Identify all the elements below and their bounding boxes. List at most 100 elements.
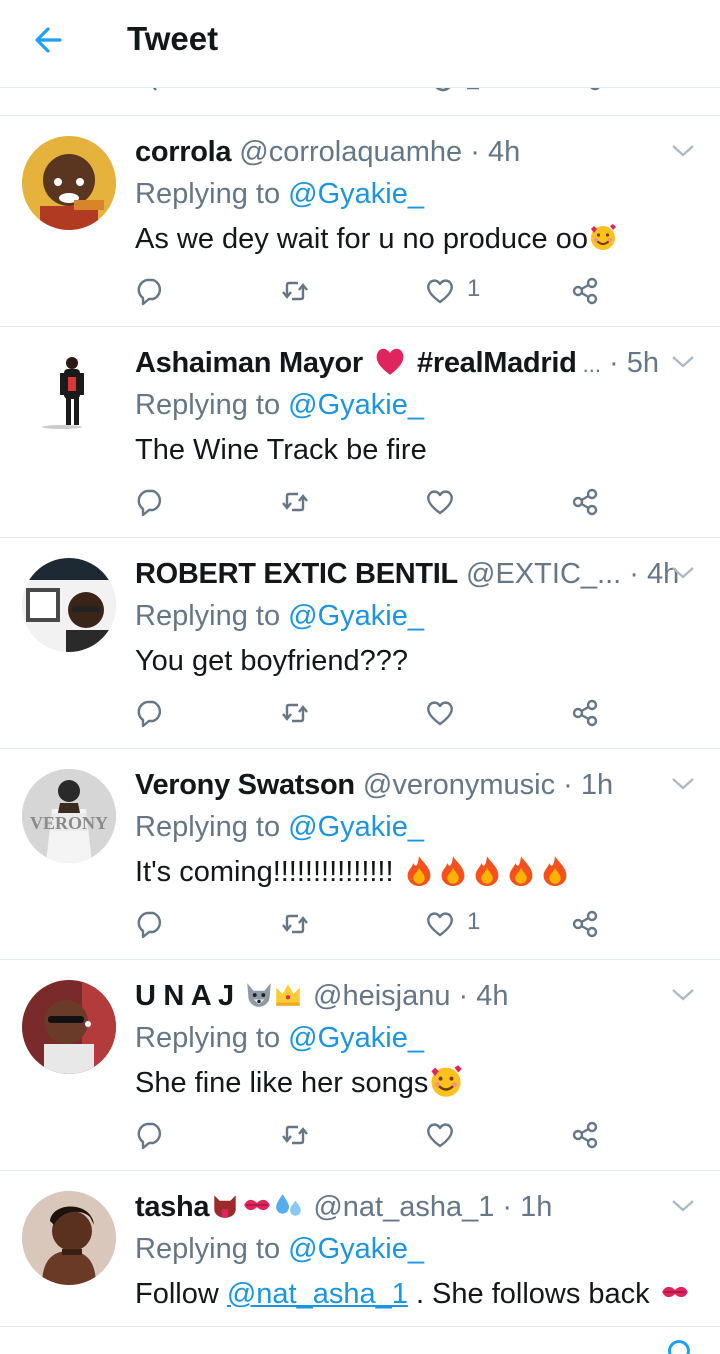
reply-icon <box>137 911 162 939</box>
retweet-button[interactable] <box>280 698 310 732</box>
smiling-face-with-hearts-icon <box>431 1065 463 1098</box>
tweet[interactable]: tasha @nat_asha_1 · 1h Replying to @Gyak… <box>0 1170 720 1320</box>
avatar[interactable] <box>22 136 116 230</box>
reply-button[interactable] <box>135 698 165 732</box>
heart-icon <box>427 490 453 515</box>
tweet-actions <box>135 1120 615 1154</box>
chevron-down-icon[interactable] <box>670 773 696 793</box>
replying-to-link[interactable]: @Gyakie_ <box>288 389 424 421</box>
wolf-icon <box>247 983 271 1008</box>
back-button[interactable] <box>30 22 70 58</box>
tweet[interactable]: ROBERT EXTIC BENTIL @EXTIC_... · 4h Repl… <box>0 537 720 748</box>
retweet-button[interactable] <box>280 1120 310 1154</box>
replying-to-link[interactable]: @Gyakie_ <box>288 1233 424 1265</box>
reply-icon <box>137 489 162 517</box>
like-button[interactable] <box>425 698 495 732</box>
avatar[interactable] <box>22 347 116 441</box>
tweet-actions: 1 <box>135 275 615 310</box>
compose-button-edge[interactable] <box>668 1340 690 1354</box>
retweet-icon <box>282 703 308 723</box>
tweet-header: U N A J @heisjanu · 4h <box>135 976 665 1016</box>
chevron-down-icon[interactable] <box>670 562 696 582</box>
timestamp[interactable]: 5h <box>627 347 659 379</box>
share-button[interactable] <box>570 276 600 310</box>
replying-to: Replying to @Gyakie_ <box>135 596 424 636</box>
chevron-down-icon[interactable] <box>670 1195 696 1215</box>
droplets-icon <box>276 1194 302 1217</box>
tweet-text: Follow @nat_asha_1 . She follows back <box>135 1274 692 1314</box>
chevron-down-icon[interactable] <box>670 351 696 371</box>
chevron-down-icon[interactable] <box>670 984 696 1004</box>
share-button[interactable] <box>570 909 600 943</box>
replying-to-link[interactable]: @Gyakie_ <box>288 178 424 210</box>
mention-link[interactable]: @nat_asha_1 <box>227 1278 408 1310</box>
tweet[interactable]: U N A J @heisjanu · 4h Replying to @Gyak… <box>0 959 720 1170</box>
retweet-icon <box>282 492 308 512</box>
retweet-icon <box>282 914 308 934</box>
share-icon <box>572 277 598 305</box>
avatar[interactable] <box>22 980 116 1074</box>
chevron-down-icon[interactable] <box>670 140 696 160</box>
replying-prefix: Replying to <box>135 1022 289 1054</box>
display-name[interactable]: Ashaiman Mayor <box>135 347 363 379</box>
display-name-suffix[interactable]: #realMadrid <box>417 347 577 379</box>
user-handle[interactable]: @EXTIC_... <box>466 558 621 590</box>
truncation-ellipsis: ... <box>576 352 601 377</box>
share-button[interactable] <box>570 1120 600 1154</box>
display-name[interactable]: corrola <box>135 136 232 168</box>
crown-icon <box>276 984 300 1007</box>
reply-icon <box>137 700 162 728</box>
tweet[interactable]: Ashaiman Mayor #realMadrid ... · 5h Repl… <box>0 326 720 537</box>
heart-icon <box>427 701 453 726</box>
timestamp[interactable]: 4h <box>476 980 508 1012</box>
replying-to-link[interactable]: @Gyakie_ <box>288 811 424 843</box>
replying-to-link[interactable]: @Gyakie_ <box>288 600 424 632</box>
tweet[interactable]: corrola @corrolaquamhe · 4h Replying to … <box>0 115 720 326</box>
user-handle[interactable]: @nat_asha_1 <box>313 1191 494 1223</box>
display-name[interactable]: Verony Swatson <box>135 769 355 801</box>
tweet-header: Verony Swatson @veronymusic · 1h <box>135 765 665 805</box>
like-button[interactable] <box>425 487 495 521</box>
tweet-header: corrola @corrolaquamhe · 4h <box>135 132 665 172</box>
tweet-text-content: . She follows back <box>407 1278 658 1310</box>
user-handle[interactable]: @heisjanu <box>313 980 450 1012</box>
retweet-button[interactable] <box>280 487 310 521</box>
tweet[interactable]: VERONY Verony Swatson @veronymusic · 1h … <box>0 748 720 959</box>
avatar[interactable] <box>22 1191 116 1285</box>
reply-button[interactable] <box>135 276 165 310</box>
replying-to: Replying to @Gyakie_ <box>135 174 424 214</box>
heart-icon <box>427 279 453 304</box>
reply-button[interactable] <box>135 1120 165 1154</box>
share-button[interactable] <box>570 487 600 521</box>
retweet-button[interactable] <box>280 276 310 310</box>
tweet-text-prefix: Follow <box>135 1278 227 1310</box>
timestamp[interactable]: 1h <box>520 1191 552 1223</box>
timestamp[interactable]: 1h <box>581 769 613 801</box>
separator-dot: · <box>600 347 627 379</box>
bottom-divider <box>0 1326 720 1327</box>
replying-to: Replying to @Gyakie_ <box>135 1018 424 1058</box>
like-button[interactable]: 1 <box>425 908 495 943</box>
display-name[interactable]: U N A J <box>135 980 234 1012</box>
like-button[interactable]: 1 <box>425 275 495 310</box>
display-name[interactable]: tasha <box>135 1191 210 1223</box>
retweet-button[interactable] <box>280 909 310 943</box>
replying-to-link[interactable]: @Gyakie_ <box>288 1022 424 1054</box>
tweet-actions <box>135 487 615 521</box>
reply-button[interactable] <box>135 909 165 943</box>
avatar[interactable] <box>22 558 116 652</box>
share-button[interactable] <box>570 698 600 732</box>
top-bar: Tweet <box>0 0 720 88</box>
reply-button[interactable] <box>135 487 165 521</box>
user-handle[interactable]: @veronymusic <box>363 769 555 801</box>
timestamp[interactable]: 4h <box>488 136 520 168</box>
separator-dot: · <box>555 769 581 801</box>
user-handle[interactable]: @corrolaquamhe <box>239 136 462 168</box>
replies-list: corrola @corrolaquamhe · 4h Replying to … <box>0 115 720 1320</box>
like-button[interactable] <box>425 1120 495 1154</box>
display-name[interactable]: ROBERT EXTIC BENTIL <box>135 558 458 590</box>
replying-prefix: Replying to <box>135 600 289 632</box>
replying-prefix: Replying to <box>135 811 289 843</box>
avatar[interactable]: VERONY <box>22 769 116 863</box>
tweet-text: She fine like her songs <box>135 1063 464 1103</box>
